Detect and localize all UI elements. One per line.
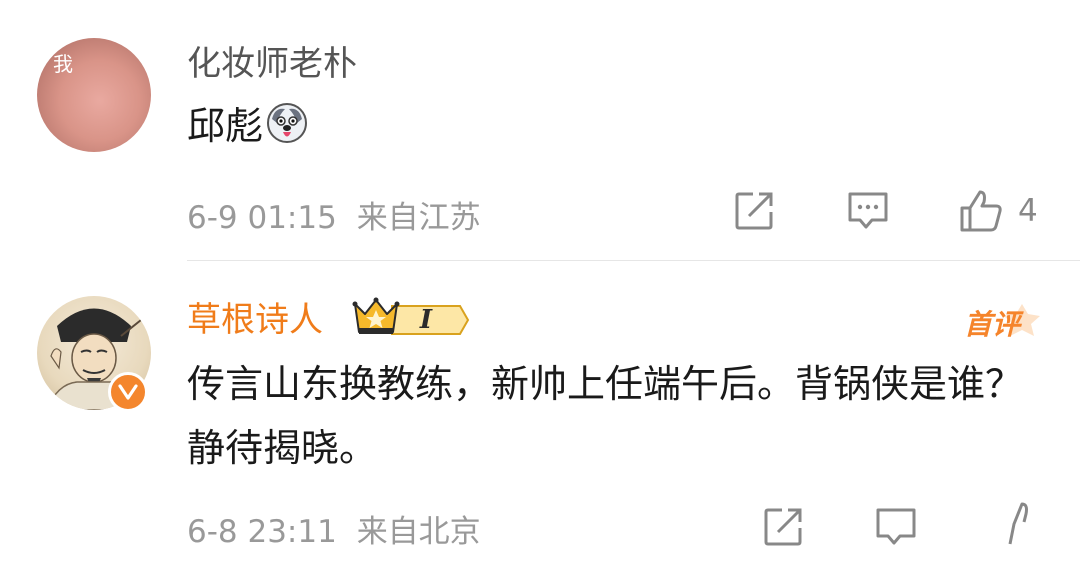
verified-icon	[108, 372, 148, 412]
comment-meta: 6-8 23:11 来自北京	[187, 506, 481, 551]
reply-icon	[848, 192, 888, 229]
like-icon	[960, 190, 1002, 232]
comment-location: 来自江苏	[356, 200, 481, 236]
repost-icon	[735, 192, 773, 230]
dog-emoji-icon	[265, 100, 309, 164]
comment-time: 6-8 23:11	[187, 514, 337, 550]
comment-time: 6-9 01:15	[187, 200, 337, 236]
top-comment-label: 首评	[964, 308, 1024, 341]
repost-button[interactable]	[733, 190, 775, 232]
comment-item: 我 化妆师老朴 邱彪 6-9 01:15 来自江苏 4	[0, 0, 1080, 262]
like-count: 4	[1018, 193, 1038, 229]
comment-content: 邱彪	[187, 94, 1057, 164]
comment-item: 草根诗人 I 首评 传言山东换教练，新帅上任端午后。背锅侠是谁？静待揭晓。 6-…	[0, 262, 1080, 562]
reply-button[interactable]	[846, 190, 890, 232]
avatar[interactable]: 我	[37, 38, 151, 152]
level-badge-text: I	[419, 305, 433, 335]
crown-icon[interactable]: I	[352, 294, 470, 344]
comment-location: 来自北京	[356, 514, 481, 550]
like-icon	[1008, 502, 1028, 545]
repost-button[interactable]	[762, 506, 804, 548]
username[interactable]: 草根诗人	[187, 300, 323, 340]
avatar-text: 我	[53, 52, 73, 76]
username[interactable]: 化妆师老朴	[187, 44, 357, 84]
comment-meta: 6-9 01:15 来自江苏	[187, 192, 481, 237]
top-comment-badge: 首评	[962, 300, 1044, 348]
reply-button[interactable]	[874, 506, 918, 548]
reply-icon	[876, 508, 916, 545]
comment-text: 邱彪	[187, 104, 264, 148]
divider	[187, 260, 1080, 261]
comment-text: 传言山东换教练，新帅上任端午后。背锅侠是谁？静待揭晓。	[187, 362, 1024, 470]
like-button[interactable]	[996, 500, 1036, 546]
like-button[interactable]: 4	[958, 188, 1038, 234]
repost-icon	[764, 508, 802, 546]
